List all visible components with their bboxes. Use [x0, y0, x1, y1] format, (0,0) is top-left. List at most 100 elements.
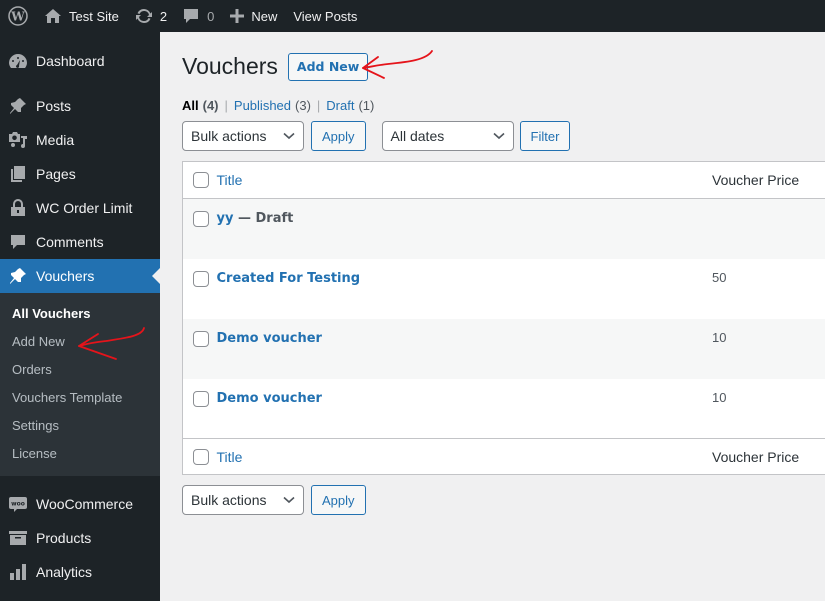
- filter-published-count: (3): [295, 98, 311, 113]
- new-content-link[interactable]: New: [222, 0, 285, 32]
- voucher-title-link[interactable]: Created For Testing: [217, 271, 361, 286]
- title-column-header[interactable]: Title: [217, 172, 243, 188]
- svg-text:W: W: [10, 10, 25, 24]
- voucher-price: 10: [712, 329, 727, 345]
- updates-count: 2: [159, 8, 168, 24]
- bulk-actions-value: Bulk actions: [191, 128, 267, 144]
- voucher-price: 10: [712, 389, 727, 405]
- site-name-link[interactable]: Test Site: [36, 0, 127, 32]
- voucher-title-link[interactable]: Demo voucher: [217, 391, 322, 406]
- comment-icon: [184, 8, 199, 23]
- sidebar-item-label: Dashboard: [36, 53, 105, 69]
- chart-bar-icon: [8, 562, 28, 582]
- voucher-title-link[interactable]: Demo voucher: [217, 331, 322, 346]
- filter-published-link[interactable]: Published (3): [234, 98, 311, 113]
- row-checkbox[interactable]: [193, 211, 209, 227]
- sidebar-item-woocommerce[interactable]: woo WooCommerce: [0, 487, 160, 521]
- separator: |: [224, 98, 228, 113]
- dates-filter-select[interactable]: All dates: [381, 121, 514, 151]
- filter-published-label: Published: [233, 98, 292, 113]
- submenu-license[interactable]: License: [0, 440, 160, 468]
- plus-icon: [230, 9, 245, 23]
- wordpress-logo-icon: W: [8, 6, 28, 26]
- sidebar-item-media[interactable]: Media: [0, 123, 160, 157]
- sidebar-item-products[interactable]: Products: [0, 521, 160, 555]
- filter-all-label: All: [182, 98, 199, 113]
- apply-button[interactable]: Apply: [311, 121, 366, 151]
- view-posts-label: View Posts: [293, 8, 358, 24]
- sidebar-item-label: WooCommerce: [36, 496, 133, 512]
- vouchers-submenu: All Vouchers Add New Orders Vouchers Tem…: [0, 293, 160, 476]
- pin-icon: [8, 266, 28, 286]
- table-header-row: Title Voucher Price: [182, 162, 825, 199]
- woo-icon: woo: [8, 494, 28, 514]
- select-all-checkbox[interactable]: [193, 172, 209, 188]
- separator: |: [316, 98, 321, 113]
- page-title: Vouchers: [182, 53, 278, 79]
- sidebar-item-posts[interactable]: Posts: [0, 89, 160, 123]
- select-all-checkbox-footer[interactable]: [193, 448, 209, 465]
- comments-count: 0: [207, 8, 215, 24]
- submenu-settings[interactable]: Settings: [0, 412, 160, 440]
- voucher-title-link[interactable]: yy: [217, 211, 234, 226]
- updates-icon: [135, 8, 152, 24]
- voucher-price: 50: [712, 269, 727, 285]
- submenu-all-vouchers[interactable]: All Vouchers: [0, 300, 160, 328]
- pin-icon: [8, 96, 28, 116]
- submenu-orders[interactable]: Orders: [0, 356, 160, 384]
- svg-text:woo: woo: [11, 501, 25, 508]
- row-checkbox[interactable]: [193, 270, 209, 287]
- sidebar-item-comments[interactable]: Comments: [0, 225, 160, 259]
- sidebar-item-label: Pages: [36, 166, 76, 182]
- lock-icon: [8, 198, 28, 218]
- post-state: — Draft: [233, 211, 294, 226]
- table-row: Created For Testing 50: [183, 259, 825, 319]
- updates-link[interactable]: 2: [127, 0, 175, 32]
- pages-icon: [8, 164, 28, 184]
- table-row: Demo voucher 10: [182, 318, 825, 379]
- filter-draft-link[interactable]: Draft (1): [326, 98, 374, 113]
- filter-draft-count: (1): [358, 98, 375, 113]
- table-row: yy — Draft: [182, 198, 825, 259]
- sidebar-item-dashboard[interactable]: Dashboard: [0, 44, 160, 78]
- chevron-down-icon: [283, 496, 295, 504]
- filter-button[interactable]: Filter: [519, 121, 571, 151]
- filter-all-link[interactable]: All (4): [182, 98, 219, 113]
- submenu-add-new[interactable]: Add New: [0, 328, 160, 356]
- row-checkbox[interactable]: [193, 330, 209, 347]
- title-column-footer[interactable]: Title: [217, 449, 243, 465]
- chevron-down-icon: [492, 132, 505, 140]
- sidebar-item-label: Products: [36, 530, 92, 546]
- wordpress-logo-button[interactable]: W: [0, 0, 36, 32]
- sidebar-item-label: WC Order Limit: [36, 200, 133, 216]
- filter-draft-label: Draft: [326, 98, 355, 113]
- media-icon: [8, 130, 28, 150]
- vouchers-table: Title Voucher Price yy — Draft Created F…: [182, 161, 825, 475]
- sidebar-item-label: Comments: [36, 234, 104, 250]
- sidebar-item-pages[interactable]: Pages: [0, 157, 160, 191]
- view-posts-link[interactable]: View Posts: [285, 0, 365, 32]
- apply-button-bottom[interactable]: Apply: [311, 485, 366, 515]
- dashboard-icon: [8, 51, 28, 71]
- bulk-actions-select-bottom[interactable]: Bulk actions: [182, 485, 304, 515]
- sidebar-item-analytics[interactable]: Analytics: [0, 555, 160, 589]
- tablenav-bottom: Bulk actions Apply: [182, 485, 366, 515]
- price-column-footer: Voucher Price: [712, 448, 800, 465]
- new-label: New: [251, 8, 278, 24]
- row-checkbox[interactable]: [193, 390, 209, 407]
- tablenav-top: Bulk actions Apply All dates Filter: [182, 121, 825, 151]
- comments-link[interactable]: 0: [175, 0, 222, 32]
- submenu-vouchers-template[interactable]: Vouchers Template: [0, 384, 160, 412]
- bulk-actions-select[interactable]: Bulk actions: [182, 121, 304, 151]
- add-new-button[interactable]: Add New: [287, 52, 369, 81]
- filter-all-count: (4): [202, 98, 219, 113]
- archive-icon: [8, 528, 28, 548]
- admin-bar: W Test Site 2 0 New View Posts: [0, 0, 825, 32]
- sidebar-item-wc-order-limit[interactable]: WC Order Limit: [0, 191, 160, 225]
- admin-sidebar: Dashboard Posts Media Pages WC Order Lim…: [0, 32, 160, 601]
- site-name: Test Site: [69, 8, 119, 24]
- sidebar-item-vouchers[interactable]: Vouchers: [0, 259, 160, 293]
- dates-filter-value: All dates: [390, 128, 445, 144]
- table-row: Demo voucher 10: [183, 379, 825, 439]
- price-column-header: Voucher Price: [712, 172, 800, 188]
